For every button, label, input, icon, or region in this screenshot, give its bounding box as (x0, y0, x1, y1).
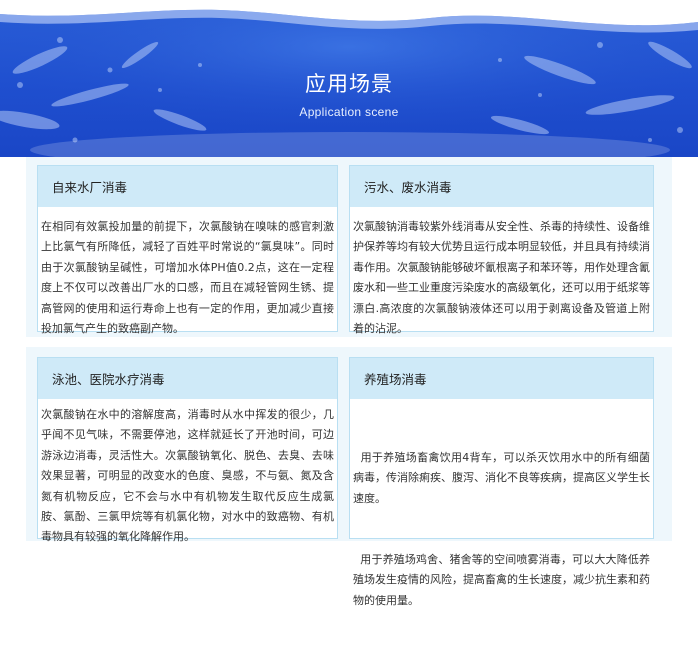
panel-title: 养殖场消毒 (350, 358, 653, 399)
panel-text: 次氯酸钠在水中的溶解度高，消毒时从水中挥发的很少，几乎闻不见气味，不需要停池，这… (41, 405, 334, 548)
scene-row-2: 泳池、医院水疗消毒 次氯酸钠在水中的溶解度高，消毒时从水中挥发的很少，几乎闻不见… (26, 347, 672, 607)
scene-row-1: 自来水厂消毒 在相同有效氯投加量的前提下，次氯酸钠在嗅味的感官刺激上比氯气有所降… (26, 157, 672, 337)
page-title: 应用场景 (305, 72, 393, 96)
panel-title: 污水、废水消毒 (350, 166, 653, 207)
panel-title: 自来水厂消毒 (38, 166, 337, 207)
panel-pool: 泳池、医院水疗消毒 次氯酸钠在水中的溶解度高，消毒时从水中挥发的很少，几乎闻不见… (37, 357, 338, 543)
panel-paragraph: 次氯酸钠在水中的溶解度高，消毒时从水中挥发的很少，几乎闻不见气味，不需要停池，这… (41, 408, 334, 544)
panel-title: 泳池、医院水疗消毒 (38, 358, 337, 399)
panel-text: 次氯酸钠消毒较紫外线消毒从安全性、杀毒的持续性、设备维护保养等均有较大优势且运行… (353, 217, 650, 339)
panel-paragraph: 在相同有效氯投加量的前提下，次氯酸钠在嗅味的感官刺激上比氯气有所降低，减轻了百姓… (41, 220, 334, 336)
page-subtitle: Application scene (299, 105, 399, 119)
panel-waterworks: 自来水厂消毒 在相同有效氯投加量的前提下，次氯酸钠在嗅味的感官刺激上比氯气有所降… (37, 165, 338, 335)
panel-text: 在相同有效氯投加量的前提下，次氯酸钠在嗅味的感官刺激上比氯气有所降低，减轻了百姓… (41, 217, 334, 339)
hero-banner: 应用场景 Application scene (0, 0, 698, 157)
panel-paragraph: 用于养殖场畜禽饮用4背车，可以杀灭饮用水中的所有细菌病毒，传消除痢疾、腹泻、消化… (353, 450, 650, 505)
panel-farm: 养殖场消毒 用于养殖场畜禽饮用4背车，可以杀灭饮用水中的所有细菌病毒，传消除痢疾… (349, 357, 654, 607)
panel-paragraph: 次氯酸钠消毒较紫外线消毒从安全性、杀毒的持续性、设备维护保养等均有较大优势且运行… (353, 220, 650, 336)
panel-text: 用于养殖场畜禽饮用4背车，可以杀灭饮用水中的所有细菌病毒，传消除痢疾、腹泻、消化… (353, 407, 650, 652)
panel-wastewater: 污水、废水消毒 次氯酸钠消毒较紫外线消毒从安全性、杀毒的持续性、设备维护保养等均… (349, 165, 654, 335)
panel-paragraph: 用于养殖场鸡舍、猪舍等的空间喷雾消毒，可以大大降低养殖场发生疫情的风险，提高畜禽… (353, 552, 650, 607)
